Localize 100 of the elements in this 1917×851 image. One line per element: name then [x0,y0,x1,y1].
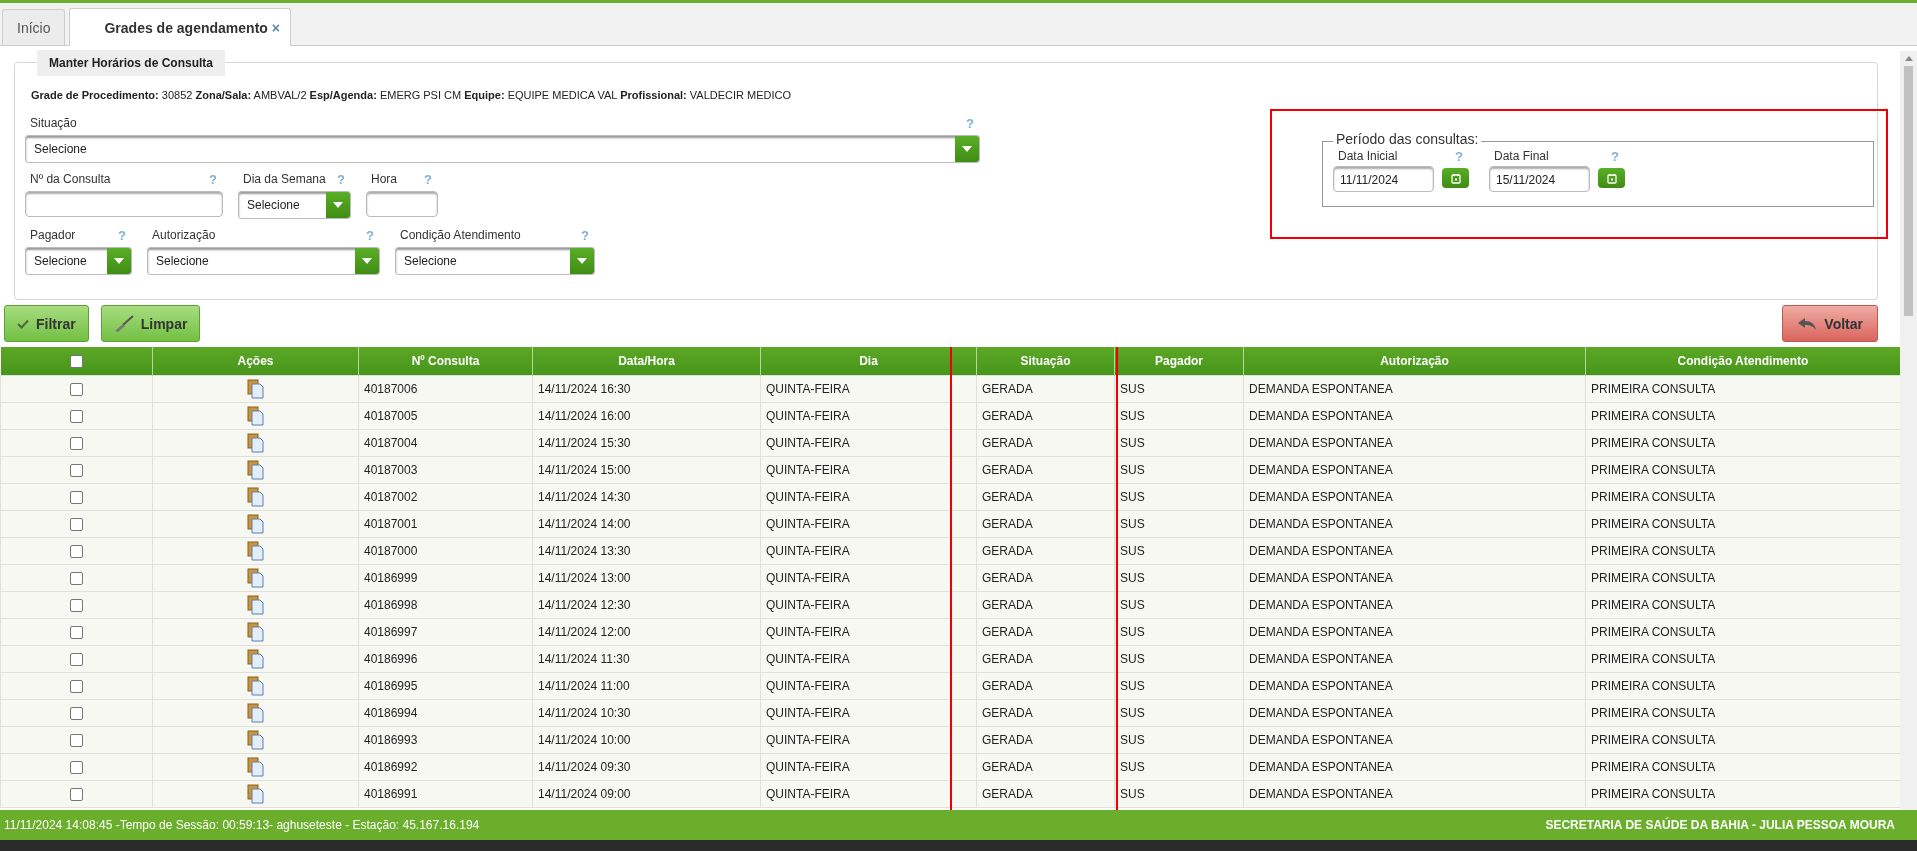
row-checkbox[interactable] [70,464,83,478]
table-cell: 40187004 [358,429,533,457]
row-checkbox[interactable] [70,410,83,424]
row-checkbox[interactable] [70,518,83,532]
copy-icon[interactable] [247,757,264,777]
input-field[interactable] [25,191,223,217]
row-checkbox[interactable] [70,572,83,586]
help-icon[interactable]: ? [581,227,595,243]
table-cell: SUS [1114,537,1244,565]
scrollbar[interactable] [1900,51,1917,810]
column-header[interactable]: Nº Consulta [358,347,533,376]
dropdown-icon[interactable] [355,248,379,274]
scroll-thumb[interactable] [1904,66,1913,316]
help-icon[interactable]: ? [209,171,223,187]
tab[interactable]: Grades de agendamento × [69,8,292,46]
copy-icon[interactable] [247,460,264,480]
copy-icon[interactable] [247,703,264,723]
table-cell: PRIMEIRA CONSULTA [1585,375,1900,403]
dropdown-icon[interactable] [955,136,979,162]
table-cell: SUS [1114,402,1244,430]
dropdown-icon[interactable] [107,248,131,274]
row-checkbox[interactable] [70,707,83,721]
tab[interactable]: Início [2,9,66,45]
column-header[interactable]: Condição Atendimento [1585,347,1900,376]
table-cell: 14/11/2024 10:30 [532,699,761,727]
row-checkbox[interactable] [70,761,83,775]
date-field[interactable]: 15/11/2024 [1489,166,1591,192]
column-header[interactable]: Autorização [1243,347,1586,376]
row-checkbox[interactable] [70,545,83,559]
row-checkbox[interactable] [70,680,83,694]
copy-icon[interactable] [247,595,264,615]
copy-icon[interactable] [247,676,264,696]
row-checkbox[interactable] [70,653,83,667]
column-header[interactable]: Situação [976,347,1115,376]
table-cell: 14/11/2024 10:00 [532,726,761,754]
row-checkbox[interactable] [70,788,83,802]
row-checkbox[interactable] [70,437,83,451]
date-field[interactable]: 11/11/2024 [1333,166,1435,192]
table-cell: 14/11/2024 09:00 [532,780,761,808]
clear-button[interactable]: Limpar [100,305,201,342]
table-cell: QUINTA-FEIRA [760,780,977,808]
row-checkbox[interactable] [70,599,83,613]
dropdown-icon[interactable] [326,192,350,218]
table-cell: SUS [1114,483,1244,511]
table-cell: GERADA [976,672,1115,700]
table-cell: PRIMEIRA CONSULTA [1585,402,1900,430]
column-header[interactable]: Ações [152,347,359,376]
input-field[interactable] [366,191,438,217]
back-button[interactable]: Voltar [1782,305,1878,342]
copy-icon[interactable] [247,730,264,750]
table-cell: GERADA [976,753,1115,781]
help-icon[interactable]: ? [118,227,132,243]
select-all-checkbox[interactable] [69,355,83,369]
copy-icon[interactable] [247,406,264,426]
copy-icon[interactable] [247,568,264,588]
table-cell: DEMANDA ESPONTANEA [1243,456,1586,484]
field-label: Pagador [30,228,76,242]
table-cell: SUS [1114,753,1244,781]
table-cell: DEMANDA ESPONTANEA [1243,537,1586,565]
calendar-button[interactable] [1598,168,1625,188]
copy-icon[interactable] [247,784,264,804]
table-cell: QUINTA-FEIRA [760,699,977,727]
help-icon[interactable]: ? [366,227,380,243]
help-icon[interactable]: ? [337,171,351,187]
table-cell: PRIMEIRA CONSULTA [1585,753,1900,781]
copy-icon[interactable] [247,622,264,642]
filter-button[interactable]: Filtrar [4,305,89,342]
column-header[interactable]: Dia [760,347,977,376]
dropdown-icon[interactable] [570,248,594,274]
select-field[interactable]: Selecione [25,135,980,163]
copy-icon[interactable] [247,433,264,453]
table-cell: GERADA [976,375,1115,403]
period-title: Período das consultas: [1333,131,1482,147]
column-header[interactable]: Data/Hora [532,347,761,376]
copy-icon[interactable] [247,487,264,507]
help-icon[interactable]: ? [1455,148,1469,164]
calendar-button[interactable] [1442,168,1469,188]
row-checkbox[interactable] [70,491,83,505]
copy-icon[interactable] [247,379,264,399]
scroll-up-icon[interactable] [1904,56,1913,61]
select-field[interactable]: Selecione [238,191,351,219]
table-cell: DEMANDA ESPONTANEA [1243,564,1586,592]
help-icon[interactable]: ? [966,115,980,131]
check-icon [17,318,29,329]
help-icon[interactable]: ? [1611,148,1625,164]
copy-icon[interactable] [247,541,264,561]
table-cell: 40186994 [358,699,533,727]
row-checkbox[interactable] [70,626,83,640]
close-icon[interactable]: × [271,19,281,36]
table-cell: 14/11/2024 11:30 [532,645,761,673]
copy-icon[interactable] [247,649,264,669]
field-label: Dia da Semana [243,172,326,186]
help-icon[interactable]: ? [424,171,438,187]
select-field[interactable]: Selecione [25,247,132,275]
row-checkbox[interactable] [70,734,83,748]
row-checkbox[interactable] [70,383,83,397]
select-field[interactable]: Selecione [395,247,595,275]
select-field[interactable]: Selecione [147,247,380,275]
copy-icon[interactable] [247,514,264,534]
column-header[interactable]: Pagador [1114,347,1244,376]
